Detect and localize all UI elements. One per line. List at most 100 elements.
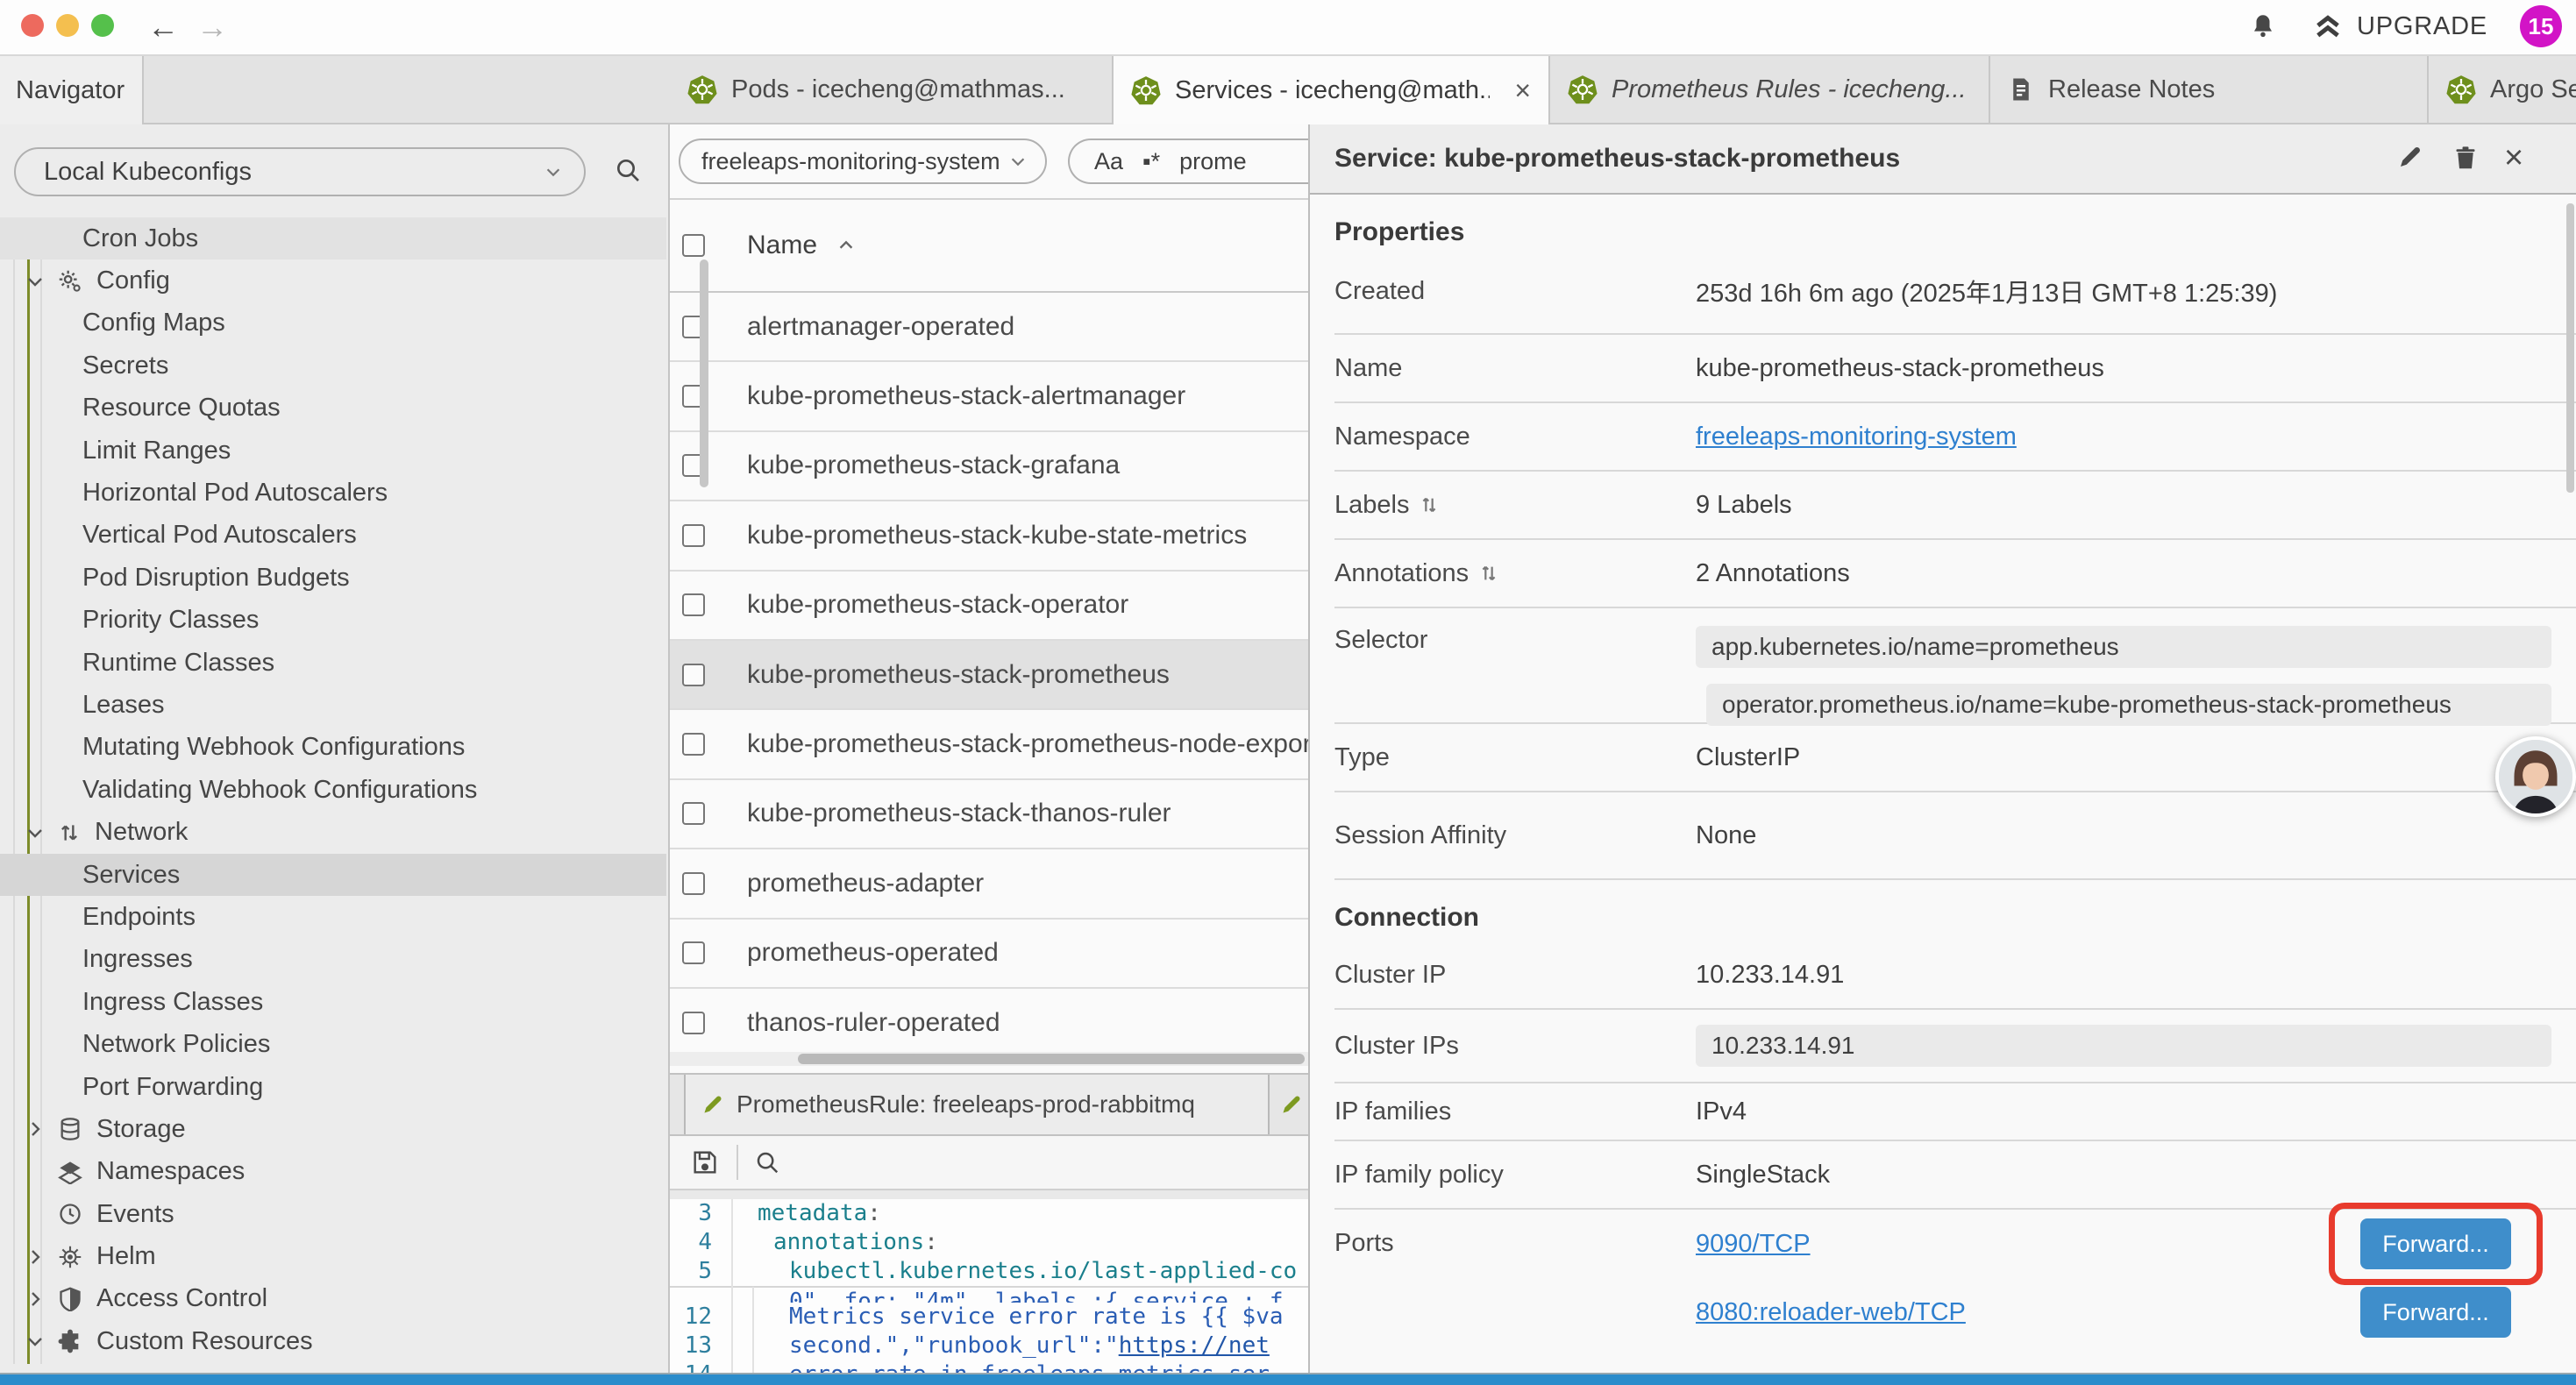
upgrade-button[interactable]: UPGRADE — [2357, 12, 2487, 41]
property-row-session-affinity: Session AffinityNone — [1334, 792, 2576, 880]
sidebar-item-storage[interactable]: Storage — [0, 1108, 666, 1150]
property-value: IPv4 — [1696, 1097, 2551, 1126]
table-row[interactable]: kube-prometheus-stack-prometheus-node-ex… — [670, 710, 1310, 779]
table-row[interactable]: prometheus-adapter — [670, 849, 1310, 919]
name-column-header[interactable]: Name — [747, 231, 817, 260]
namespace-filter-select[interactable]: freeleaps-monitoring-system — [679, 138, 1047, 184]
sidebar-item-ingresses[interactable]: Ingresses — [0, 939, 666, 981]
sort-ascending-icon[interactable] — [836, 236, 856, 255]
avatar[interactable] — [2495, 736, 2576, 817]
sidebar-item-config[interactable]: Config — [0, 259, 666, 302]
horizontal-scrollbar[interactable] — [670, 1052, 1310, 1066]
port-link[interactable]: 9090/TCP — [1696, 1230, 1811, 1259]
scrollbar-thumb[interactable] — [2566, 203, 2574, 493]
bell-icon[interactable] — [2250, 12, 2276, 40]
tab-prometheus-rules-icecheng[interactable]: Prometheus Rules - icecheng... — [1550, 56, 1990, 124]
row-checkbox[interactable] — [682, 802, 705, 825]
search-box[interactable]: Aa ▪* prome — [1068, 138, 1331, 184]
kubeconfig-selector[interactable]: Local Kubeconfigs — [14, 147, 586, 196]
gear-icon — [58, 269, 82, 294]
sidebar-item-secrets[interactable]: Secrets — [0, 344, 666, 387]
tab-release-notes[interactable]: Release Notes — [1990, 56, 2429, 124]
sidebar-item-leases[interactable]: Leases — [0, 684, 666, 726]
row-checkbox[interactable] — [682, 664, 705, 686]
match-case-toggle[interactable]: Aa — [1094, 148, 1123, 175]
back-arrow-icon[interactable]: ← — [147, 4, 179, 51]
sidebar-item-namespaces[interactable]: Namespaces — [0, 1151, 666, 1193]
table-row[interactable]: prometheus-operated — [670, 920, 1310, 989]
sidebar-item-horizontal-pod-autoscalers[interactable]: Horizontal Pod Autoscalers — [0, 472, 666, 514]
sidebar-item-endpoints[interactable]: Endpoints — [0, 896, 666, 938]
editor-search-icon[interactable] — [754, 1149, 780, 1175]
sidebar-item-network[interactable]: Network — [0, 811, 666, 853]
table-row[interactable]: kube-prometheus-stack-thanos-ruler — [670, 780, 1310, 849]
kubernetes-icon — [2446, 75, 2476, 104]
sidebar-item-resource-quotas[interactable]: Resource Quotas — [0, 387, 666, 430]
sidebar-item-helm[interactable]: Helm — [0, 1235, 666, 1277]
row-checkbox[interactable] — [682, 1012, 705, 1034]
code-text: second.","runbook_url":"https://net — [726, 1332, 1270, 1360]
sidebar-item-label: Config — [96, 266, 170, 295]
sidebar-item-limit-ranges[interactable]: Limit Ranges — [0, 430, 666, 472]
sidebar-item-mutating-webhook-configuration[interactable]: Mutating Webhook Configurations — [0, 727, 666, 769]
row-checkbox[interactable] — [682, 593, 705, 616]
row-checkbox[interactable] — [682, 733, 705, 756]
sidebar-item-cron-jobs[interactable]: Cron Jobs — [0, 217, 666, 259]
notifications-badge[interactable]: 15 — [2520, 5, 2562, 47]
table-row[interactable]: kube-prometheus-stack-grafana — [670, 432, 1310, 501]
sidebar-item-runtime-classes[interactable]: Runtime Classes — [0, 642, 666, 684]
scrollbar-thumb[interactable] — [700, 259, 708, 487]
value-chip: operator.prometheus.io/name=kube-prometh… — [1706, 684, 2551, 726]
table-row[interactable]: kube-prometheus-stack-kube-state-metrics — [670, 501, 1310, 571]
sidebar-item-access-control[interactable]: Access Control — [0, 1278, 666, 1320]
table-row[interactable]: thanos-ruler-operated — [670, 989, 1310, 1058]
close-icon[interactable]: × — [2504, 135, 2523, 181]
table-row[interactable]: alertmanager-operated — [670, 293, 1310, 362]
sidebar-item-services[interactable]: Services — [0, 854, 666, 896]
port-link[interactable]: 8080:reloader-web/TCP — [1696, 1298, 1966, 1327]
search-input[interactable]: prome — [1179, 148, 1247, 175]
sidebar-item-ingress-classes[interactable]: Ingress Classes — [0, 981, 666, 1023]
tab-pods-icecheng-mathmas[interactable]: Pods - icecheng@mathmas... — [670, 56, 1114, 124]
sidebar-item-definitions[interactable]: Definitions — [0, 1363, 666, 1364]
forward-button[interactable]: Forward... — [2360, 1287, 2511, 1338]
minimize-window-button[interactable] — [56, 14, 79, 37]
trash-icon[interactable] — [2453, 144, 2478, 172]
sidebar-item-vertical-pod-autoscalers[interactable]: Vertical Pod Autoscalers — [0, 515, 666, 557]
tab-argo-se[interactable]: Argo Se — [2429, 56, 2576, 124]
yaml-editor[interactable]: 3metadata:4annotations:5kubectl.kubernet… — [670, 1199, 1310, 1376]
close-tab-icon[interactable]: × — [1504, 75, 1531, 107]
sidebar-item-config-maps[interactable]: Config Maps — [0, 302, 666, 344]
table-row[interactable]: kube-prometheus-stack-prometheus — [670, 641, 1310, 710]
close-window-button[interactable] — [21, 14, 44, 37]
tab-services-icecheng-math[interactable]: Services - icecheng@math...× — [1114, 56, 1550, 124]
namespace-link[interactable]: freeleaps-monitoring-system — [1696, 423, 2017, 451]
edit-pencil-icon[interactable] — [2397, 144, 2423, 170]
db-icon — [58, 1117, 82, 1141]
editor-tab-prometheusrule[interactable]: PrometheusRule: freeleaps-prod-rabbitmq — [684, 1075, 1270, 1134]
select-all-checkbox[interactable] — [682, 234, 705, 257]
scrollbar-thumb[interactable] — [798, 1054, 1305, 1064]
table-row[interactable]: kube-prometheus-stack-operator — [670, 572, 1310, 641]
row-checkbox[interactable] — [682, 872, 705, 895]
sidebar-item-network-policies[interactable]: Network Policies — [0, 1023, 666, 1065]
sidebar-item-port-forwarding[interactable]: Port Forwarding — [0, 1066, 666, 1108]
sidebar-item-events[interactable]: Events — [0, 1193, 666, 1235]
sidebar-item-pod-disruption-budgets[interactable]: Pod Disruption Budgets — [0, 557, 666, 599]
sidebar-item-priority-classes[interactable]: Priority Classes — [0, 600, 666, 642]
row-checkbox[interactable] — [682, 941, 705, 964]
table-header[interactable]: Name — [670, 200, 1310, 293]
upgrade-icon[interactable] — [2313, 14, 2343, 40]
sidebar-item-validating-webhook-configurati[interactable]: Validating Webhook Configurations — [0, 769, 666, 811]
navigator-panel-tab[interactable]: Navigator — [0, 56, 144, 124]
sidebar-item-custom-resources[interactable]: Custom Resources — [0, 1320, 666, 1362]
sidebar-search-icon[interactable] — [614, 156, 642, 184]
table-row[interactable]: kube-prometheus-stack-alertmanager — [670, 362, 1310, 431]
zoom-window-button[interactable] — [91, 14, 114, 37]
sidebar-item-label: Horizontal Pod Autoscalers — [82, 479, 388, 508]
forward-arrow-icon[interactable]: → — [196, 4, 228, 51]
row-checkbox[interactable] — [682, 524, 705, 547]
save-icon[interactable] — [691, 1148, 719, 1176]
editor-tab-partial[interactable] — [1270, 1075, 1310, 1134]
regex-toggle[interactable]: ▪* — [1142, 148, 1160, 175]
